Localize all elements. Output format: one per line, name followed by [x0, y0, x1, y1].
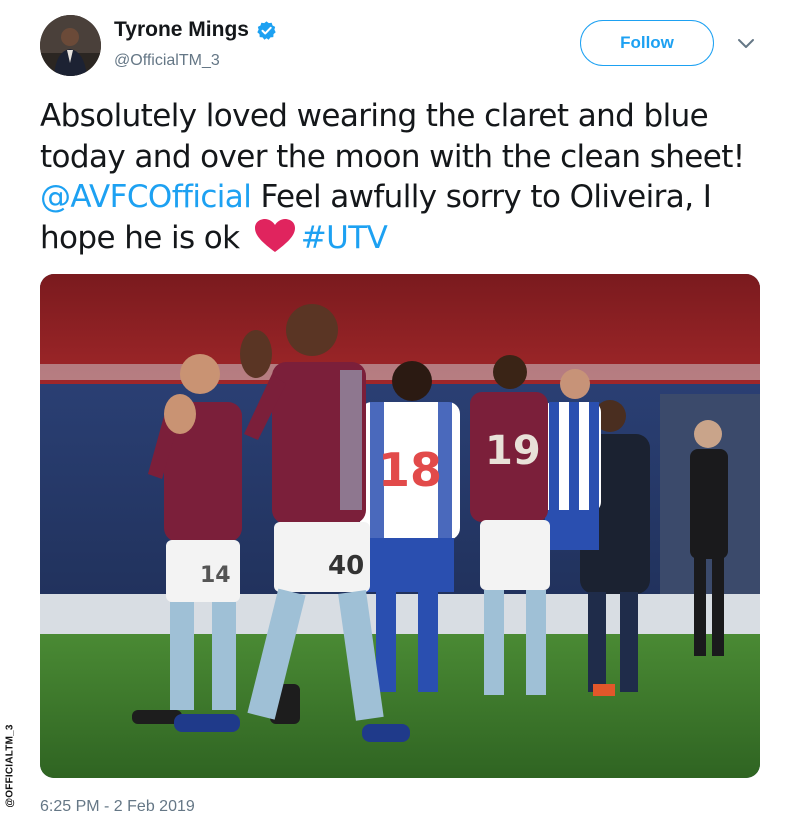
tweet-timestamp[interactable]: 6:25 PM - 2 Feb 2019: [40, 798, 195, 816]
tweet-text-part: Absolutely loved wearing the claret and …: [40, 98, 745, 175]
chevron-down-icon[interactable]: [736, 36, 756, 52]
tweet-photo[interactable]: 19 18 14 40: [40, 274, 760, 778]
mention-link[interactable]: @AVFCOfficial: [40, 179, 252, 215]
tweet-text: Absolutely loved wearing the claret and …: [40, 96, 760, 258]
football-players-photo: 19 18 14 40: [40, 274, 760, 778]
shirt-number: 19: [485, 428, 541, 474]
shirt-number: 40: [328, 551, 364, 581]
verified-badge-icon: [257, 20, 276, 40]
watermark: @OFFICIALTM_3: [3, 712, 17, 820]
user-handle[interactable]: @OfficialTM_3: [114, 52, 220, 70]
follow-button[interactable]: Follow: [580, 20, 714, 66]
avatar-photo: [40, 15, 101, 76]
user-name-row[interactable]: Tyrone Mings: [114, 18, 277, 42]
avatar[interactable]: [40, 15, 101, 76]
display-name[interactable]: Tyrone Mings: [114, 18, 249, 42]
shirt-number: 14: [200, 563, 231, 588]
hashtag-link[interactable]: #UTV: [301, 220, 388, 256]
watermark-text: @OFFICIALTM_3: [4, 724, 16, 808]
red-heart-emoji-icon: [254, 218, 295, 252]
shirt-number: 18: [378, 443, 442, 497]
